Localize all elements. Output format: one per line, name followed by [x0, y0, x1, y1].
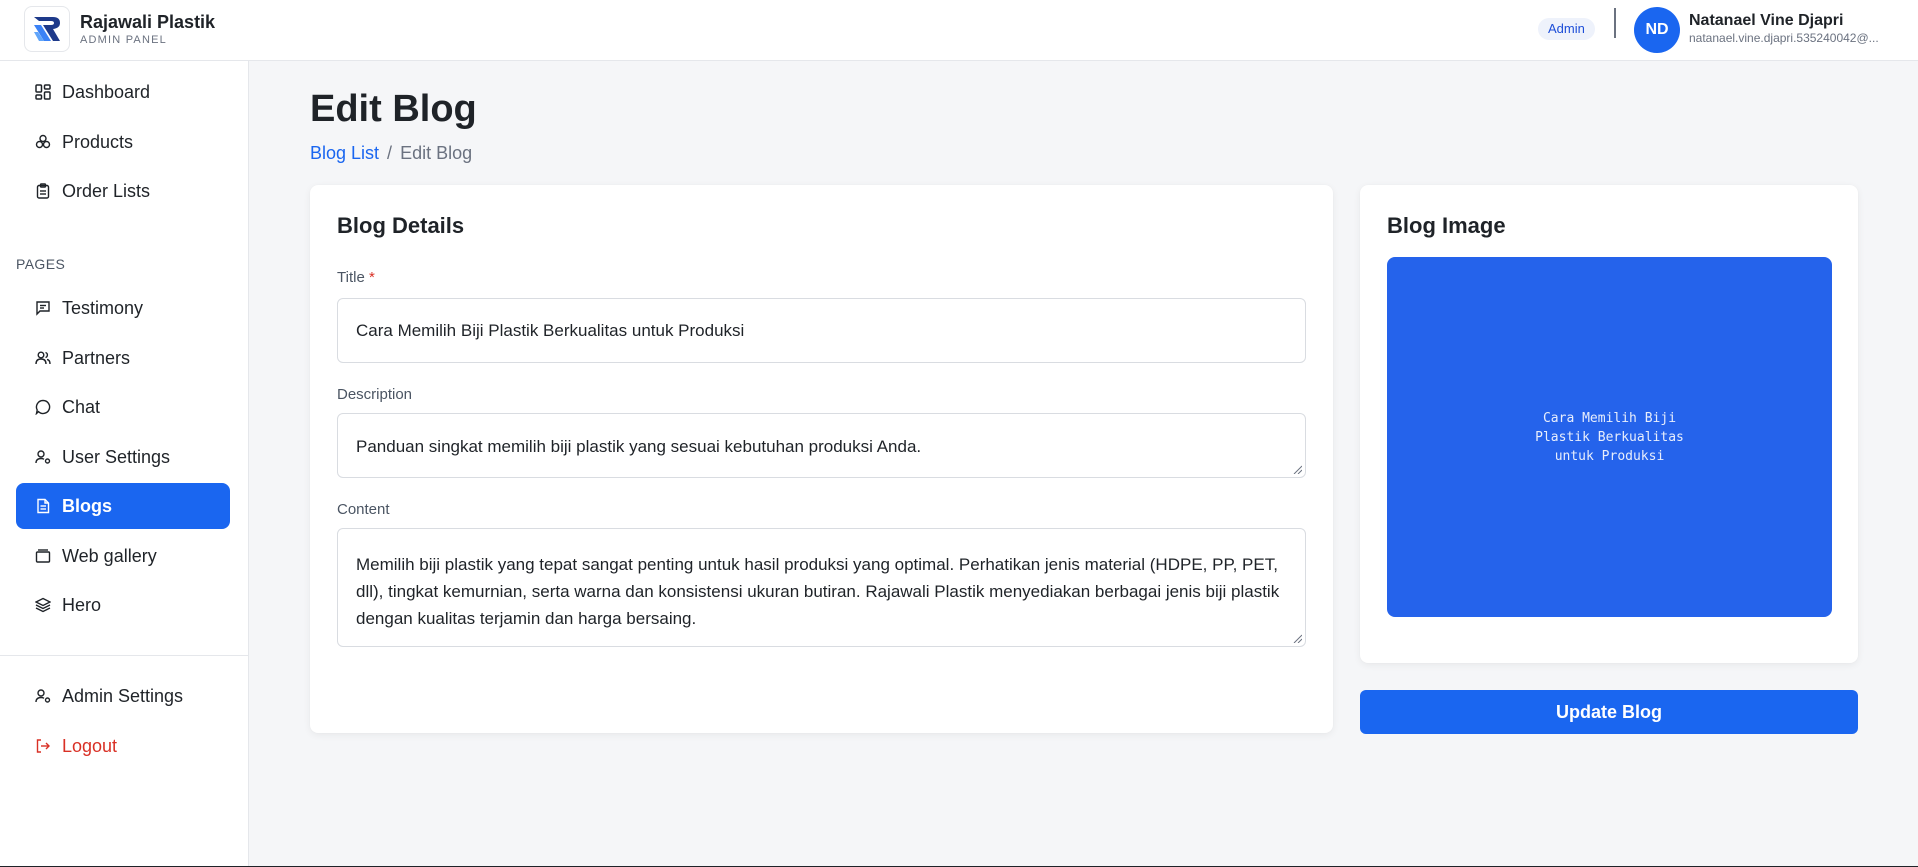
clipboard-icon [34, 182, 52, 200]
description-text: Panduan singkat memilih biji plastik yan… [356, 437, 922, 456]
sidebar-item-blogs[interactable]: Blogs [16, 483, 230, 529]
content-label: Content [337, 501, 390, 518]
sidebar-item-partners[interactable]: Partners [16, 335, 230, 381]
update-blog-button[interactable]: Update Blog [1360, 690, 1858, 734]
message-square-icon [34, 299, 52, 317]
sidebar-item-label: Admin Settings [62, 685, 184, 706]
blog-details-title: Blog Details [337, 213, 465, 238]
sidebar-item-label: Chat [62, 396, 101, 417]
title-label-text: Title [337, 269, 365, 286]
sidebar-divider [0, 655, 249, 656]
sidebar-item-label: Order Lists [62, 180, 151, 201]
sidebar-item-testimony[interactable]: Testimony [16, 285, 230, 331]
brand-name: Rajawali Plastik [80, 12, 216, 32]
content-text: Memilih biji plastik yang tepat sangat p… [356, 555, 1280, 628]
sidebar-item-dashboard[interactable]: Dashboard [16, 69, 230, 115]
sidebar-item-order-lists[interactable]: Order Lists [16, 168, 230, 214]
blog-image-title: Blog Image [1387, 213, 1506, 238]
sidebar-item-label: Testimony [62, 297, 144, 318]
users-icon [34, 349, 52, 367]
sidebar: Dashboard Products Order Lists PAGES Tes… [0, 61, 249, 867]
blog-image-preview[interactable]: Cara Memilih Biji Plastik Berkualitas un… [1387, 257, 1832, 617]
resize-handle-icon[interactable] [1292, 633, 1302, 643]
avatar[interactable]: ND [1634, 7, 1680, 53]
sidebar-item-logout[interactable]: Logout [16, 723, 230, 769]
logout-icon [34, 737, 52, 755]
layers-icon [34, 596, 52, 614]
sidebar-item-label: Partners [62, 347, 131, 368]
sidebar-item-chat[interactable]: Chat [16, 384, 230, 430]
products-icon [34, 133, 52, 151]
breadcrumb: Blog List / Edit Blog [310, 143, 472, 164]
breadcrumb-separator: / [387, 143, 393, 163]
content-textarea[interactable]: Memilih biji plastik yang tepat sangat p… [337, 528, 1306, 647]
sidebar-item-products[interactable]: Products [16, 119, 230, 165]
user-cog-icon [34, 687, 52, 705]
chat-bubble-icon [34, 398, 52, 416]
resize-handle-icon[interactable] [1292, 464, 1302, 474]
sidebar-item-label: Blogs [62, 495, 113, 516]
user-email: natanael.vine.djapri.535240042@... [1689, 31, 1879, 45]
sidebar-item-label: Dashboard [62, 81, 151, 102]
header-divider [1614, 8, 1616, 38]
page-title: Edit Blog [310, 88, 477, 130]
sidebar-item-label: Logout [62, 735, 118, 756]
sidebar-item-hero[interactable]: Hero [16, 582, 230, 628]
blog-details-card: Blog Details Title * Cara Memilih Biji P… [310, 185, 1333, 733]
sidebar-item-label: Web gallery [62, 545, 157, 566]
user-name[interactable]: Natanael Vine Djapri [1689, 12, 1843, 30]
sidebar-item-label: User Settings [62, 446, 171, 467]
role-badge: Admin [1538, 18, 1595, 40]
user-cog-icon [34, 448, 52, 466]
sidebar-item-label: Hero [62, 594, 102, 615]
description-label: Description [337, 386, 413, 403]
breadcrumb-current: Edit Blog [400, 143, 473, 163]
description-textarea[interactable]: Panduan singkat memilih biji plastik yan… [337, 413, 1306, 478]
brand[interactable]: Rajawali Plastik ADMIN PANEL [24, 6, 215, 52]
required-mark: * [368, 269, 375, 286]
sidebar-item-user-settings[interactable]: User Settings [16, 434, 230, 480]
blog-image-card: Blog Image Cara Memilih Biji Plastik Ber… [1360, 185, 1858, 663]
file-text-icon [34, 497, 52, 515]
sidebar-item-label: Products [62, 131, 134, 152]
brand-subtitle: ADMIN PANEL [80, 34, 167, 46]
top-header: Rajawali Plastik ADMIN PANEL Admin ND Na… [0, 0, 1918, 61]
brand-logo-icon [24, 6, 70, 52]
sidebar-item-web-gallery[interactable]: Web gallery [16, 533, 230, 579]
title-input[interactable]: Cara Memilih Biji Plastik Berkualitas un… [337, 298, 1306, 363]
title-label: Title * [337, 269, 375, 286]
sidebar-item-admin-settings[interactable]: Admin Settings [16, 673, 230, 719]
dashboard-icon [34, 83, 52, 101]
breadcrumb-blog-list-link[interactable]: Blog List [310, 143, 379, 164]
blog-image-caption: Cara Memilih Biji Plastik Berkualitas un… [1535, 410, 1684, 464]
gallery-icon [34, 547, 52, 565]
sidebar-section-label: PAGES [16, 256, 66, 272]
